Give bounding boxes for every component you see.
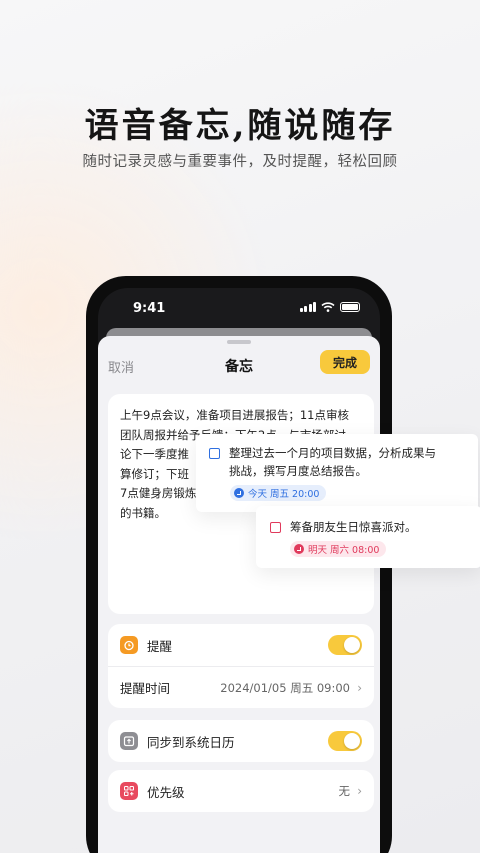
todo-checkbox[interactable] bbox=[209, 448, 220, 459]
done-button[interactable]: 完成 bbox=[320, 350, 370, 374]
todo-card[interactable]: 整理过去一个月的项目数据，分析成果与 挑战，撰写月度总结报告。 今天 周五 20… bbox=[196, 434, 478, 512]
reminder-time-row[interactable]: 提醒时间 2024/01/05 周五 09:00 › bbox=[108, 666, 374, 708]
todo-due-text: 今天 周五 20:00 bbox=[248, 489, 320, 500]
todo-text-line: 整理过去一个月的项目数据，分析成果与 bbox=[229, 446, 436, 460]
todo-due-text: 明天 周六 08:00 bbox=[308, 545, 380, 556]
todo-card[interactable]: 筹备朋友生日惊喜派对。 明天 周六 08:00 bbox=[256, 506, 480, 568]
status-icons bbox=[299, 302, 360, 312]
sync-toggle[interactable] bbox=[328, 731, 362, 751]
wifi-icon bbox=[321, 302, 335, 312]
note-line: 上午9点会议，准备项目进展报告；11点审核 bbox=[120, 408, 349, 422]
priority-row[interactable]: 优先级 无 › bbox=[108, 770, 374, 812]
cellular-signal-icon bbox=[299, 302, 316, 312]
todo-due-tag: 今天 周五 20:00 bbox=[230, 485, 327, 501]
memo-sheet: 取消 备忘 完成 上午9点会议，准备项目进展报告；11点审核 团队周报并给予反馈… bbox=[98, 336, 380, 853]
chevron-right-icon: › bbox=[357, 680, 362, 695]
reminder-row: 提醒 bbox=[108, 624, 374, 666]
battery-icon bbox=[340, 302, 360, 312]
todo-due-tag: 明天 周六 08:00 bbox=[290, 541, 387, 557]
todo-checkbox[interactable] bbox=[270, 522, 281, 533]
status-bar: 9:41 bbox=[98, 288, 380, 328]
phone-screen: 9:41 取消 备忘 完成 上午9点会议，准备项目进展报告；11点审核 论下一季… bbox=[98, 288, 380, 853]
priority-card: 优先级 无 › bbox=[108, 770, 374, 812]
reminder-time-value: 2024/01/05 周五 09:00 bbox=[220, 680, 350, 695]
priority-label: 优先级 bbox=[147, 784, 185, 800]
reminder-toggle[interactable] bbox=[328, 635, 362, 655]
sync-label: 同步到系统日历 bbox=[147, 734, 235, 750]
status-time: 9:41 bbox=[133, 301, 166, 316]
reminder-time-label: 提醒时间 bbox=[120, 681, 171, 696]
sync-card: 同步到系统日历 bbox=[108, 720, 374, 762]
promo-subline: 随时记录灵感与重要事件，及时提醒，轻松回顾 bbox=[82, 154, 398, 170]
sheet-grabber[interactable] bbox=[227, 340, 251, 344]
reminder-card: 提醒 提醒时间 2024/01/05 周五 09:00 › bbox=[108, 624, 374, 708]
priority-value: 无 bbox=[338, 784, 351, 798]
todo-text-line: 挑战，撰写月度总结报告。 bbox=[229, 464, 367, 478]
clock-icon bbox=[234, 488, 244, 498]
grid-plus-icon bbox=[120, 782, 138, 800]
chevron-right-icon: › bbox=[357, 784, 362, 798]
sync-row: 同步到系统日历 bbox=[108, 720, 374, 762]
alarm-clock-icon bbox=[120, 636, 138, 654]
clock-icon bbox=[294, 544, 304, 554]
calendar-upload-icon bbox=[120, 732, 138, 750]
reminder-label: 提醒 bbox=[147, 638, 173, 654]
todo-text-line: 筹备朋友生日惊喜派对。 bbox=[290, 520, 417, 534]
promo-headline: 语音备忘,随说随存 bbox=[84, 106, 396, 146]
